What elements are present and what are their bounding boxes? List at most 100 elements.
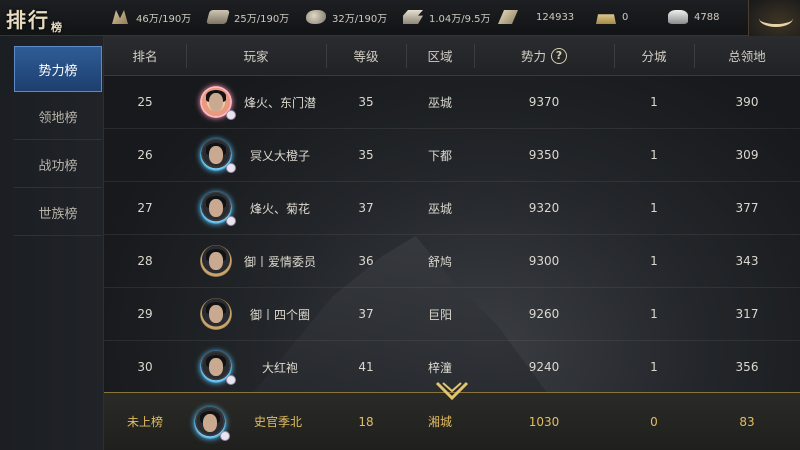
- gold-icon: [596, 14, 616, 24]
- player-avatar[interactable]: [200, 139, 236, 173]
- player-avatar[interactable]: [200, 245, 232, 277]
- row-power: 9260: [528, 307, 560, 321]
- row-rank: 25: [137, 95, 153, 109]
- row-branch: 1: [650, 201, 658, 215]
- row-power: 9370: [528, 95, 560, 109]
- self-rank: 未上榜: [126, 415, 163, 429]
- resource-value: 4788: [694, 11, 720, 23]
- row-player-name[interactable]: 冥乂大橙子: [234, 129, 326, 181]
- player-avatar[interactable]: [200, 298, 232, 330]
- row-player-name[interactable]: 御丨四个圈: [234, 288, 326, 340]
- wood-icon: [206, 10, 230, 24]
- player-avatar[interactable]: [200, 86, 236, 120]
- header-region: 区域: [427, 49, 453, 64]
- row-region: 巫城: [427, 95, 452, 110]
- row-branch: 1: [650, 148, 658, 162]
- help-icon[interactable]: ?: [551, 47, 567, 64]
- silver-icon: [668, 10, 688, 24]
- table-row[interactable]: 27 烽火、菊花 37 巫城 9320 1 377: [104, 182, 800, 235]
- self-level: 18: [358, 414, 374, 429]
- table-row[interactable]: 28 御丨爱情委员 36 舒鸠 9300 1 343: [104, 235, 800, 288]
- row-territory: 356: [735, 360, 759, 374]
- header-player: 玩家: [243, 49, 269, 64]
- resource-silver: 4788: [668, 8, 719, 26]
- sidebar-item-label: 战功榜: [38, 159, 78, 174]
- sidebar-item-territory[interactable]: 领地榜: [14, 94, 102, 140]
- sidebar-item-merit[interactable]: 战功榜: [14, 142, 102, 188]
- resource-value: 32万/190万: [332, 13, 388, 25]
- page-title: 排行 榜: [6, 1, 62, 35]
- player-avatar[interactable]: [200, 192, 236, 226]
- resource-value: 1.04万/9.5万: [429, 13, 491, 25]
- resource-value: 0: [622, 11, 629, 23]
- resource-gold: 0: [596, 8, 628, 26]
- row-level: 36: [358, 254, 374, 268]
- row-territory: 309: [735, 148, 759, 162]
- row-level: 35: [358, 95, 374, 109]
- stone-icon: [306, 10, 326, 24]
- row-region: 巨阳: [427, 307, 452, 322]
- self-power: 1030: [528, 414, 560, 429]
- player-avatar[interactable]: [200, 351, 236, 385]
- row-territory: 390: [735, 95, 759, 109]
- resource-stone: 32万/190万: [306, 8, 387, 26]
- table-row[interactable]: 26 冥乂大橙子 35 下都 9350 1 309: [104, 129, 800, 182]
- scroll-down-chevron-icon[interactable]: [435, 380, 469, 402]
- iron-icon: [403, 10, 423, 24]
- header-power-label: 势力: [520, 49, 546, 64]
- title-main: 排行: [6, 8, 50, 32]
- decree-icon: [498, 10, 518, 24]
- sidebar-item-label: 世族榜: [38, 207, 78, 222]
- row-rank: 26: [137, 148, 153, 162]
- resource-value: 124933: [536, 11, 575, 23]
- sidebar-item-clan[interactable]: 世族榜: [14, 190, 102, 236]
- self-branch: 0: [650, 414, 658, 429]
- row-territory: 317: [735, 307, 759, 321]
- header-level: 等级: [353, 49, 379, 64]
- ranking-sidebar: 势力榜 领地榜 战功榜 世族榜: [0, 36, 104, 450]
- table-header: 排名 玩家 等级 区域 势力 ? 分城 总领地: [104, 36, 800, 76]
- resource-value: 46万/190万: [136, 13, 192, 25]
- row-power: 9240: [528, 360, 560, 374]
- row-branch: 1: [650, 360, 658, 374]
- row-level: 37: [358, 201, 374, 215]
- resource-value: 25万/190万: [234, 13, 290, 25]
- back-button[interactable]: [748, 0, 800, 36]
- row-rank: 27: [137, 201, 153, 215]
- row-power: 9350: [528, 148, 560, 162]
- row-level: 35: [358, 148, 374, 162]
- self-avatar[interactable]: [194, 407, 230, 441]
- row-player-name[interactable]: 烽火、菊花: [234, 182, 326, 234]
- row-rank: 28: [137, 254, 153, 268]
- sidebar-item-power[interactable]: 势力榜: [14, 46, 102, 92]
- row-branch: 1: [650, 254, 658, 268]
- header-territory: 总领地: [728, 49, 766, 64]
- self-territory: 83: [739, 414, 755, 429]
- sidebar-item-label: 势力榜: [38, 63, 78, 79]
- row-region: 巫城: [427, 201, 452, 216]
- row-level: 37: [358, 307, 374, 321]
- row-player-name[interactable]: 烽火、东门潜: [234, 76, 326, 128]
- row-rank: 29: [137, 307, 153, 321]
- row-territory: 377: [735, 201, 759, 215]
- resource-grain: 46万/190万: [110, 8, 191, 26]
- row-branch: 1: [650, 307, 658, 321]
- top-resource-bar: 排行 榜 46万/190万 25万/190万 32万/190万 1.04万/9.…: [0, 0, 800, 36]
- ranking-table: 排名 玩家 等级 区域 势力 ? 分城 总领地 25 烽火、东门潜 35 巫城 9370…: [104, 36, 800, 450]
- row-power: 9320: [528, 201, 560, 215]
- table-row[interactable]: 25 烽火、东门潜 35 巫城 9370 1 390: [104, 76, 800, 129]
- resource-decree: 124933: [498, 8, 574, 26]
- row-branch: 1: [650, 95, 658, 109]
- resource-wood: 25万/190万: [206, 8, 290, 26]
- row-player-name[interactable]: 大红袍: [234, 341, 326, 393]
- row-power: 9300: [528, 254, 560, 268]
- self-player-name: 史官季北: [253, 415, 302, 429]
- title-sub: 榜: [51, 21, 62, 34]
- grain-icon: [112, 10, 128, 24]
- row-player-name[interactable]: 御丨爱情委员: [234, 235, 326, 287]
- sidebar-item-label: 领地榜: [38, 111, 78, 126]
- table-row[interactable]: 29 御丨四个圈 37 巨阳 9260 1 317: [104, 288, 800, 341]
- row-rank: 30: [137, 360, 153, 374]
- resource-iron: 1.04万/9.5万: [403, 8, 491, 26]
- row-territory: 343: [735, 254, 759, 268]
